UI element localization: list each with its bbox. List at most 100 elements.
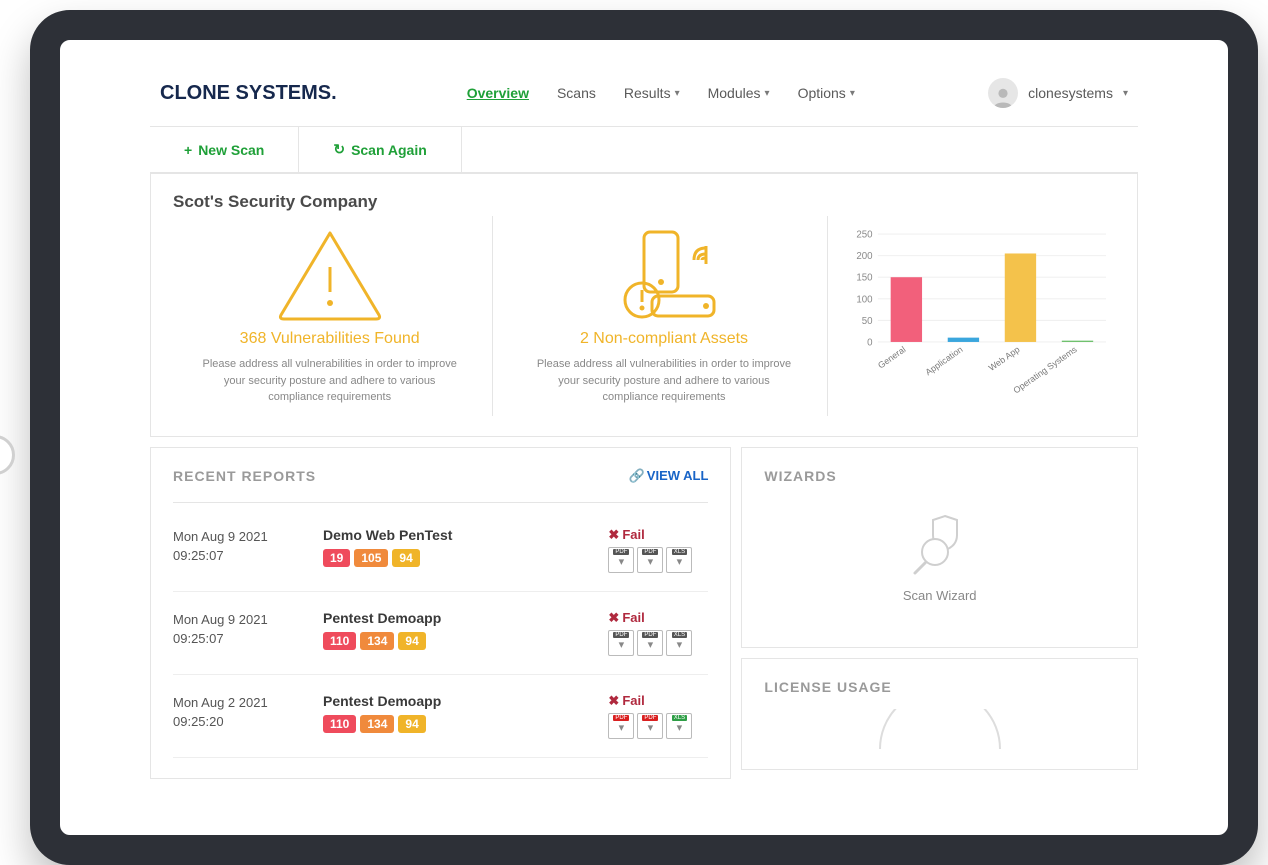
svg-text:Application: Application [923,344,964,377]
report-status-col: ✖ FailPDF▾PDF▾XLS▾ [608,693,708,739]
report-date: Mon Aug 9 202109:25:07 [173,610,303,656]
severity-badges: 1910594 [323,549,588,567]
severity-badge: 134 [360,632,394,650]
license-title: LICENSE USAGE [764,679,1115,695]
report-row[interactable]: Mon Aug 9 202109:25:07 Demo Web PenTest 19… [173,509,708,592]
report-main: Pentest Demoapp 11013494 [323,693,588,739]
license-usage-panel: LICENSE USAGE [741,658,1138,770]
severity-badge: 110 [323,632,356,650]
svg-text:250: 250 [856,230,873,241]
warning-triangle-icon [197,224,462,324]
severity-badges: 11013494 [323,715,588,733]
lower-row: RECENT REPORTS 🔗 VIEW ALL Mon Aug 9 2021… [150,447,1138,779]
report-row[interactable]: Mon Aug 2 202109:25:20 Pentest Demoapp 110… [173,675,708,758]
bar-chart: 0 50 100 150 200 250 General Application Web App… [846,216,1111,406]
summary-panel: Scot's Security Company 368 Vulnerabilit… [150,173,1138,437]
assets-card[interactable]: 2 Non-compliant Assets Please address al… [501,216,827,416]
status-fail: ✖ Fail [608,527,708,543]
vulnerabilities-card[interactable]: 368 Vulnerabilities Found Please address… [167,216,493,416]
gauge-icon [860,709,1020,749]
view-all-link[interactable]: 🔗 VIEW ALL [629,468,709,484]
action-bar: + New Scan ↻ Scan Again [150,127,1138,173]
refresh-icon: ↻ [333,141,345,158]
report-name: Pentest Demoapp [323,693,588,709]
xls-file-icon[interactable]: XLS▾ [666,713,692,739]
nav-modules[interactable]: Modules ▾ [708,85,770,101]
caret-down-icon: ▾ [675,88,680,99]
plus-icon: + [184,142,192,158]
report-status-col: ✖ FailPDF▾PDF▾XLS▾ [608,610,708,656]
scan-again-button[interactable]: ↻ Scan Again [299,127,461,172]
pdf-file-icon[interactable]: PDF▾ [608,713,634,739]
scan-wizard-icon [905,508,975,578]
status-fail: ✖ Fail [608,693,708,709]
header: CLONE SYSTEMS. Overview Scans Results ▾ … [150,60,1138,127]
new-scan-button[interactable]: + New Scan [150,127,299,172]
report-main: Demo Web PenTest 1910594 [323,527,588,573]
severity-badge: 94 [398,632,425,650]
pdf-file-icon[interactable]: PDF▾ [608,547,634,573]
svg-text:50: 50 [861,316,872,327]
severity-badge: 134 [360,715,394,733]
scan-wizard-label: Scan Wizard [903,588,977,603]
svg-text:0: 0 [867,337,873,348]
tablet-frame: CLONE SYSTEMS. Overview Scans Results ▾ … [30,10,1258,865]
svg-text:General: General [876,344,907,370]
link-icon: 🔗 [629,468,645,484]
new-scan-label: New Scan [198,142,264,158]
report-row[interactable]: Mon Aug 9 202109:25:07Pentest Demoapp110… [173,592,708,675]
file-icons: PDF▾PDF▾XLS▾ [608,713,708,739]
file-icons: PDF▾PDF▾XLS▾ [608,547,708,573]
vuln-card-desc: Please address all vulnerabilities in or… [197,356,462,406]
caret-down-icon: ▾ [850,88,855,99]
scan-again-label: Scan Again [351,142,427,158]
status-fail: ✖ Fail [608,610,708,626]
pdf-file-icon[interactable]: PDF▾ [637,547,663,573]
home-button[interactable] [0,435,15,475]
scan-wizard-button[interactable]: Scan Wizard [764,488,1115,627]
svg-text:Operating Systems: Operating Systems [1011,344,1079,396]
user-name: clonesystems [1028,85,1113,101]
app-root: CLONE SYSTEMS. Overview Scans Results ▾ … [150,60,1138,779]
reports-title: RECENT REPORTS [173,468,316,484]
wizards-panel: WIZARDS Scan Wizard [741,447,1138,648]
company-title: Scot's Security Company [151,174,1137,216]
nav-overview[interactable]: Overview [467,85,529,101]
recent-reports-panel: RECENT REPORTS 🔗 VIEW ALL Mon Aug 9 2021… [150,447,731,779]
nav-scans[interactable]: Scans [557,85,596,101]
caret-down-icon: ▾ [1123,88,1128,99]
nav-results[interactable]: Results ▾ [624,85,680,101]
user-menu[interactable]: clonesystems ▾ [988,78,1128,108]
assets-card-desc: Please address all vulnerabilities in or… [531,356,796,406]
reports-body: Mon Aug 9 202109:25:07 Demo Web PenTest 19… [173,509,708,758]
brand-logo: CLONE SYSTEMS. [160,82,337,105]
severity-badge: 94 [398,715,425,733]
svg-text:150: 150 [856,273,873,284]
report-date: Mon Aug 2 202109:25:20 [173,693,303,739]
report-date: Mon Aug 9 202109:25:07 [173,527,303,573]
vuln-card-title: 368 Vulnerabilities Found [197,330,462,348]
x-icon: ✖ [608,610,619,626]
pdf-file-icon[interactable]: PDF▾ [637,630,663,656]
side-column: WIZARDS Scan Wizard LICENSE USAGE [741,447,1138,779]
severity-badge: 110 [323,715,356,733]
pdf-file-icon[interactable]: PDF▾ [608,630,634,656]
xls-file-icon[interactable]: XLS▾ [666,630,692,656]
nav-results-label: Results [624,85,671,101]
assets-card-title: 2 Non-compliant Assets [531,330,796,348]
report-status-col: ✖ FailPDF▾PDF▾XLS▾ [608,527,708,573]
x-icon: ✖ [608,693,619,709]
report-name: Demo Web PenTest [323,527,588,543]
svg-text:Web App: Web App [986,344,1021,373]
severity-badges: 11013494 [323,632,588,650]
view-all-label: VIEW ALL [647,468,709,483]
pdf-file-icon[interactable]: PDF▾ [637,713,663,739]
reports-header: RECENT REPORTS 🔗 VIEW ALL [173,468,708,503]
categories-chart: 0 50 100 150 200 250 General Application Web App… [836,216,1121,416]
xls-file-icon[interactable]: XLS▾ [666,547,692,573]
nav-modules-label: Modules [708,85,761,101]
svg-text:100: 100 [856,294,873,305]
nav-options[interactable]: Options ▾ [798,85,855,101]
wizards-title: WIZARDS [764,468,1115,488]
svg-text:200: 200 [856,251,873,262]
